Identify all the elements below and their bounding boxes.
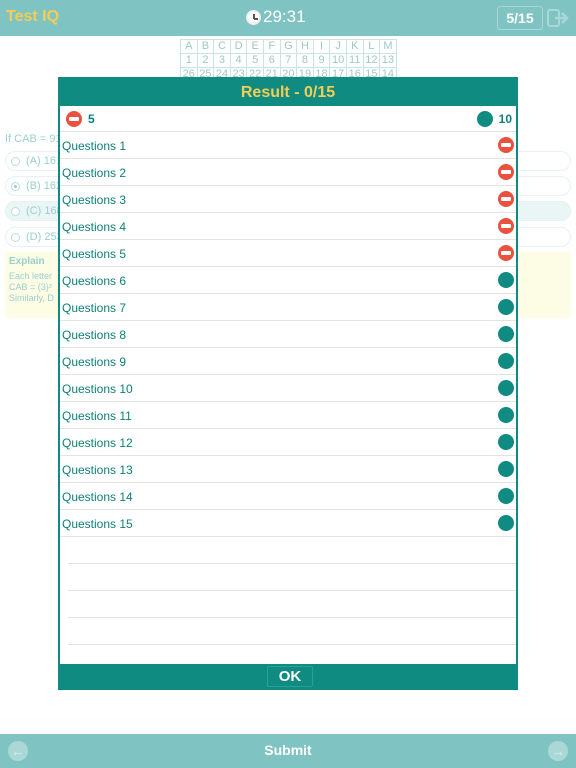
- question-label: Questions 7: [62, 301, 127, 315]
- question-result-row[interactable]: Questions 15: [60, 510, 516, 537]
- wrong-icon: [498, 164, 514, 180]
- question-label: Questions 15: [62, 517, 133, 531]
- empty-row: [68, 591, 516, 618]
- question-label: Questions 4: [62, 220, 127, 234]
- question-result-row[interactable]: Questions 8: [60, 321, 516, 348]
- answered-icon: [498, 326, 514, 342]
- question-label: Questions 5: [62, 247, 127, 261]
- question-label: Questions 11: [62, 409, 132, 423]
- result-dialog: Result - 0/15 5 10 Questions 1 Questions …: [58, 77, 518, 690]
- question-label: Questions 6: [62, 274, 127, 288]
- wrong-icon: [66, 111, 82, 127]
- previous-button[interactable]: ←: [8, 741, 28, 761]
- answered-icon: [498, 380, 514, 396]
- result-summary: 5 10: [60, 106, 516, 132]
- answered-icon: [498, 299, 514, 315]
- wrong-icon: [498, 245, 514, 261]
- question-label: Questions 2: [62, 166, 127, 180]
- question-result-list: Questions 1 Questions 2 Questions 3 Questio…: [60, 132, 516, 672]
- question-label: Questions 3: [62, 193, 127, 207]
- question-result-row[interactable]: Questions 2: [60, 159, 516, 186]
- question-result-row[interactable]: Questions 10: [60, 375, 516, 402]
- question-label: Questions 12: [62, 436, 133, 450]
- timer: 29:31: [246, 7, 306, 27]
- wrong-icon: [498, 218, 514, 234]
- question-result-row[interactable]: Questions 1: [60, 132, 516, 159]
- empty-row: [68, 537, 516, 564]
- question-label: Questions 10: [62, 382, 133, 396]
- question-result-row[interactable]: Questions 4: [60, 213, 516, 240]
- answered-icon: [498, 515, 514, 531]
- question-result-row[interactable]: Questions 7: [60, 294, 516, 321]
- answered-icon: [498, 434, 514, 450]
- question-label: Questions 13: [62, 463, 133, 477]
- answered-icon: [498, 353, 514, 369]
- bottom-bar: ← Submit →: [0, 734, 576, 768]
- question-result-row[interactable]: Questions 5: [60, 240, 516, 267]
- wrong-icon: [498, 137, 514, 153]
- empty-row: [68, 618, 516, 645]
- answered-count-value: 10: [498, 112, 512, 126]
- wrong-icon: [498, 191, 514, 207]
- submit-button[interactable]: Submit: [238, 742, 338, 758]
- question-progress[interactable]: 5/15: [497, 6, 543, 30]
- ok-button[interactable]: OK: [267, 666, 313, 687]
- timer-value: 29:31: [263, 7, 306, 26]
- exit-icon[interactable]: [547, 8, 569, 28]
- answered-count: 10: [476, 111, 512, 127]
- clock-icon: [246, 9, 261, 25]
- arrow-left-icon: ←: [11, 743, 25, 759]
- question-result-row[interactable]: Questions 12: [60, 429, 516, 456]
- wrong-count: 5: [66, 111, 95, 127]
- question-label: Questions 8: [62, 328, 127, 342]
- answered-icon: [498, 272, 514, 288]
- result-title: Result - 0/15: [60, 79, 516, 106]
- arrow-right-icon: →: [551, 743, 565, 759]
- question-result-row[interactable]: Questions 9: [60, 348, 516, 375]
- question-label: Questions 9: [62, 355, 127, 369]
- answered-icon: [498, 461, 514, 477]
- answered-icon: [498, 407, 514, 423]
- next-button[interactable]: →: [548, 741, 568, 761]
- question-result-row[interactable]: Questions 3: [60, 186, 516, 213]
- question-result-row[interactable]: Questions 6: [60, 267, 516, 294]
- answered-icon: [476, 111, 493, 127]
- question-label: Questions 14: [62, 490, 133, 504]
- top-bar: Test IQ 29:31 5/15: [0, 0, 576, 36]
- wrong-count-value: 5: [88, 112, 95, 126]
- empty-row: [68, 564, 516, 591]
- question-result-row[interactable]: Questions 14: [60, 483, 516, 510]
- dialog-footer: OK: [60, 664, 516, 690]
- app-title: Test IQ: [6, 8, 60, 25]
- question-label: Questions 1: [62, 139, 127, 153]
- answered-icon: [498, 488, 514, 504]
- question-result-row[interactable]: Questions 11: [60, 402, 516, 429]
- question-result-row[interactable]: Questions 13: [60, 456, 516, 483]
